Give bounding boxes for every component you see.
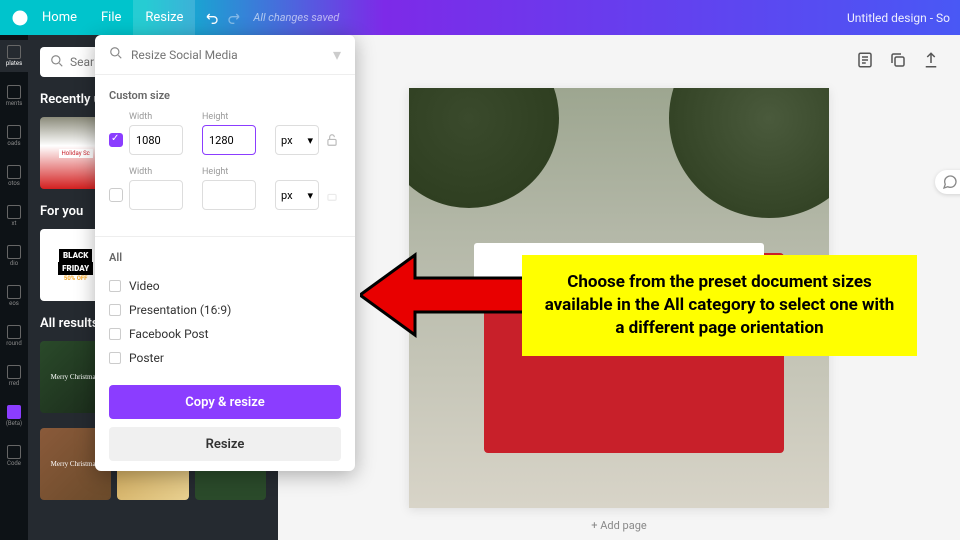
width-input[interactable] (129, 125, 183, 155)
home-button[interactable]: Home (30, 0, 89, 35)
dimension-row-2: Width Height px▾ (109, 167, 341, 210)
notes-icon[interactable] (856, 51, 874, 69)
annotation-arrow-icon (360, 250, 540, 344)
autosave-status: All changes saved (253, 11, 339, 24)
rail-videos[interactable]: eos (0, 280, 28, 312)
width-label: Width (129, 167, 196, 177)
resize-search-input[interactable] (131, 48, 325, 62)
preset-checkbox[interactable] (109, 328, 121, 340)
height-input-2[interactable] (202, 180, 256, 210)
rail-qrcode[interactable]: Code (0, 440, 28, 472)
dimension-row-1: Width Height px▾ (109, 112, 341, 155)
preset-video[interactable]: Video (109, 274, 341, 298)
preset-checkbox[interactable] (109, 304, 121, 316)
rail-text[interactable]: xt (0, 200, 28, 232)
preset-presentation[interactable]: Presentation (16:9) (109, 298, 341, 322)
unit-select[interactable]: px▾ (275, 180, 319, 210)
chevron-down-icon: ▾ (307, 189, 313, 202)
resize-search[interactable]: ▾ (95, 35, 355, 75)
rail-starred[interactable]: rred (0, 360, 28, 392)
canvas-header (278, 35, 960, 85)
copy-icon[interactable] (889, 51, 907, 69)
width-label: Width (129, 112, 196, 122)
resize-panel: ▾ Custom size Width Height px▾ Width (95, 35, 355, 471)
add-page-button[interactable]: + Add page (278, 511, 960, 540)
search-icon (50, 53, 64, 72)
height-label: Height (202, 112, 269, 122)
height-input[interactable] (202, 125, 256, 155)
width-input-2[interactable] (129, 180, 183, 210)
undo-icon[interactable] (203, 8, 223, 28)
comment-bubble-icon[interactable] (935, 170, 960, 194)
file-button[interactable]: File (89, 0, 133, 35)
annotation-callout: Choose from the preset document sizes av… (522, 255, 917, 356)
chevron-down-icon[interactable]: ▾ (333, 45, 341, 64)
redo-icon[interactable] (223, 8, 243, 28)
custom-size-label: Custom size (109, 89, 341, 102)
preset-checkbox[interactable] (109, 280, 121, 292)
rail-beta[interactable]: (Beta) (0, 400, 28, 432)
resize-only-button[interactable]: Resize (109, 427, 341, 461)
rail-templates[interactable]: plates (0, 40, 28, 72)
all-label: All (109, 251, 341, 264)
preset-checkbox[interactable] (109, 352, 121, 364)
copy-resize-button[interactable]: Copy & resize (109, 385, 341, 419)
document-title[interactable]: Untitled design - So (847, 11, 950, 25)
rail-photos[interactable]: otos (0, 160, 28, 192)
dimension-checkbox[interactable] (109, 133, 123, 147)
unit-select[interactable]: px▾ (275, 125, 319, 155)
lock-icon[interactable] (325, 132, 341, 148)
rail-background[interactable]: round (0, 320, 28, 352)
canva-logo-icon[interactable] (10, 8, 30, 28)
top-toolbar: Home File Resize All changes saved Untit… (0, 0, 960, 35)
rail-uploads[interactable]: oads (0, 120, 28, 152)
lock-icon[interactable] (325, 187, 341, 203)
pine-decoration (409, 88, 559, 208)
left-nav-rail: plates ments oads otos xt dio eos round … (0, 35, 28, 540)
preset-poster[interactable]: Poster (109, 346, 341, 370)
share-icon[interactable] (922, 51, 940, 69)
rail-audio[interactable]: dio (0, 240, 28, 272)
preset-facebook-post[interactable]: Facebook Post (109, 322, 341, 346)
chevron-down-icon: ▾ (307, 134, 313, 147)
resize-button[interactable]: Resize (133, 0, 195, 35)
height-label: Height (202, 167, 269, 177)
rail-elements[interactable]: ments (0, 80, 28, 112)
dimension-checkbox[interactable] (109, 188, 123, 202)
pine-decoration (669, 88, 829, 218)
search-icon (109, 45, 123, 64)
